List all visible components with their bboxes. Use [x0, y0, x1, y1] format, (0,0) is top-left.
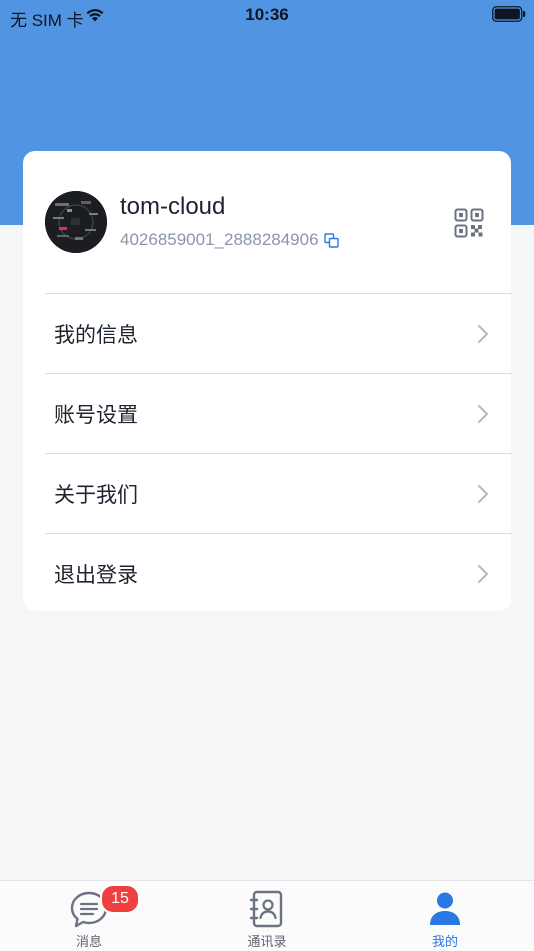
status-bar: 无 SIM 卡 10:36	[0, 0, 534, 32]
copy-icon[interactable]	[323, 232, 339, 248]
tab-bar: 15 消息 通讯录 我的	[0, 880, 534, 951]
menu-item-label: 关于我们	[54, 483, 138, 507]
menu-item-about-us[interactable]: 关于我们	[45, 453, 511, 533]
chevron-right-icon	[478, 485, 488, 503]
user-name: tom-cloud	[120, 193, 226, 220]
tab-me[interactable]: 我的	[356, 881, 534, 951]
chevron-right-icon	[478, 405, 488, 423]
settings-menu: 我的信息 账号设置 关于我们 退出登录	[45, 293, 511, 613]
tab-contacts[interactable]: 通讯录	[178, 881, 356, 951]
chevron-right-icon	[478, 565, 488, 583]
tab-label: 我的	[431, 935, 458, 950]
contacts-icon	[249, 890, 283, 928]
menu-item-logout[interactable]: 退出登录	[45, 533, 511, 613]
chevron-right-icon	[478, 325, 488, 343]
unread-badge: 15	[100, 884, 140, 914]
menu-item-label: 账号设置	[54, 403, 138, 427]
menu-item-label: 退出登录	[54, 563, 138, 587]
menu-item-my-info[interactable]: 我的信息	[45, 293, 511, 373]
tab-label: 通讯录	[247, 935, 287, 950]
battery-icon	[492, 6, 526, 22]
qr-code-icon[interactable]	[454, 208, 484, 238]
user-id: 4026859001_2888284906	[120, 230, 319, 249]
avatar[interactable]	[45, 191, 107, 253]
menu-item-account-settings[interactable]: 账号设置	[45, 373, 511, 453]
menu-item-label: 我的信息	[54, 323, 138, 347]
status-time: 10:36	[245, 5, 289, 24]
user-id-row: 4026859001_2888284906	[120, 230, 339, 250]
tab-label: 消息	[75, 935, 102, 950]
avatar-image	[45, 191, 107, 253]
tab-messages[interactable]: 15 消息	[0, 881, 178, 951]
profile-card: tom-cloud 4026859001_2888284906 我的信息 账号设…	[23, 151, 511, 611]
person-icon	[430, 892, 460, 925]
